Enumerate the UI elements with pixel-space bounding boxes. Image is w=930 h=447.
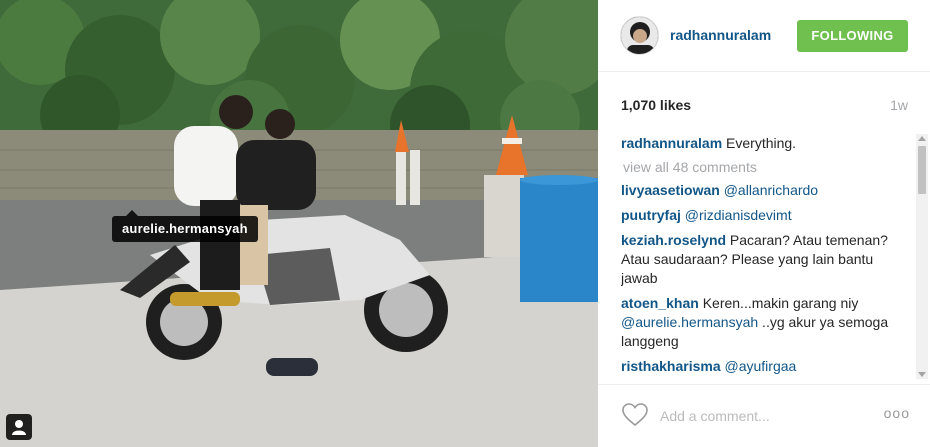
comment-author[interactable]: keziah.roselynd — [621, 232, 726, 248]
post-footer: ooo — [598, 384, 930, 447]
scroll-down-icon[interactable] — [918, 372, 926, 377]
comment-text[interactable]: @allanrichardo — [720, 182, 818, 198]
comment-text: Everything. — [722, 135, 797, 151]
post-photo[interactable]: aurelie.hermansyah — [0, 0, 598, 447]
heart-outline-icon[interactable] — [622, 403, 648, 432]
post-header: radhannuralam FOLLOWING — [598, 0, 930, 72]
list-item: atoen_khan Keren...makin garang niy @aur… — [621, 294, 911, 351]
post-details-panel: radhannuralam FOLLOWING 1,070 likes 1w r… — [598, 0, 930, 447]
avatar[interactable] — [620, 16, 659, 55]
photo-tag[interactable]: aurelie.hermansyah — [112, 210, 258, 242]
list-item: livyaasetiowan @allanrichardo — [621, 181, 911, 200]
comment-author[interactable]: livyaasetiowan — [621, 182, 720, 198]
post-age[interactable]: 1w — [890, 97, 908, 113]
list-item: keziah.roselynd Pacaran? Atau temenan? A… — [621, 231, 911, 288]
comment-author[interactable]: risthakharisma — [621, 358, 721, 374]
more-options-button[interactable]: ooo — [884, 405, 910, 421]
view-all-comments-link[interactable]: view all 48 comments — [623, 159, 911, 175]
list-item: puutryfaj @rizdianisdevimt — [621, 206, 911, 225]
comment-text[interactable]: @rizdianisdevimt — [681, 207, 792, 223]
caption: radhannuralam Everything. — [621, 134, 911, 153]
comment-author[interactable]: puutryfaj — [621, 207, 681, 223]
comment-author[interactable]: radhannuralam — [621, 135, 722, 151]
username-link[interactable]: radhannuralam — [670, 27, 771, 43]
comment-text[interactable]: @ayufirgaa — [721, 358, 796, 374]
mention-link[interactable]: @aurelie.hermansyah — [621, 314, 758, 330]
comment-author[interactable]: atoen_khan — [621, 295, 699, 311]
comments-scrollbar[interactable] — [916, 134, 928, 379]
comments-list[interactable]: radhannuralam Everything. view all 48 co… — [621, 134, 911, 379]
user-silhouette-icon[interactable] — [6, 414, 32, 440]
photo-illustration — [0, 0, 598, 447]
scroll-up-icon[interactable] — [918, 136, 926, 141]
scrollbar-thumb[interactable] — [918, 146, 926, 194]
likes-count[interactable]: 1,070 likes — [621, 97, 691, 113]
add-comment-input[interactable] — [660, 405, 850, 427]
following-button[interactable]: FOLLOWING — [797, 20, 908, 52]
list-item: risthakharisma @ayufirgaa — [621, 357, 911, 376]
